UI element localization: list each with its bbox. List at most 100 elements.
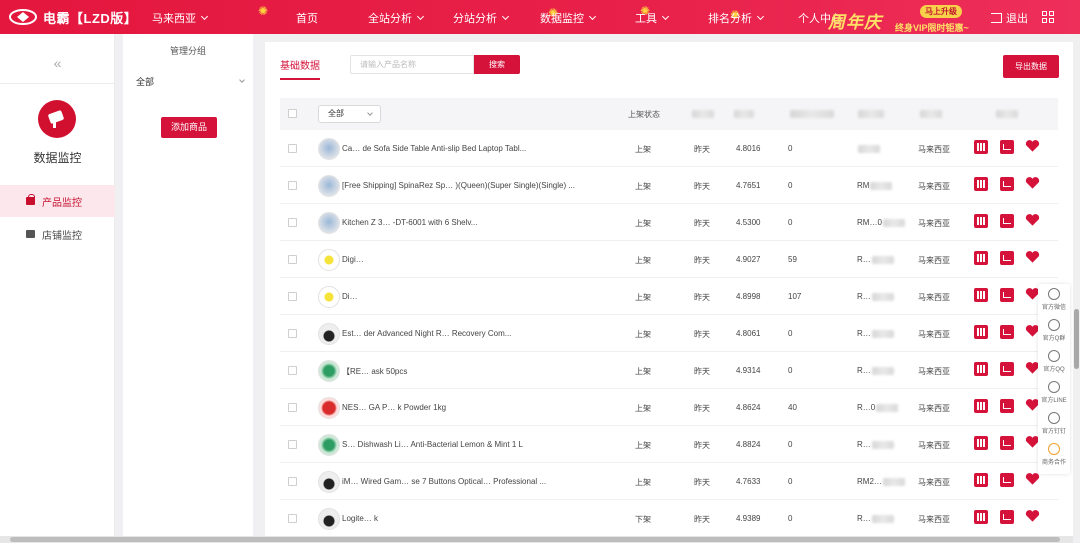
row-checkbox[interactable] xyxy=(288,366,297,375)
trend-chart-icon[interactable] xyxy=(1000,288,1014,302)
trend-chart-icon[interactable] xyxy=(1000,251,1014,265)
bar-chart-icon[interactable] xyxy=(974,140,988,154)
row-checkbox[interactable] xyxy=(288,292,297,301)
product-name[interactable]: Ca… de Sofa Side Table Anti-slip Bed Lap… xyxy=(342,144,607,153)
logout-button[interactable]: 退出 xyxy=(991,10,1028,26)
nav-site-analysis[interactable]: 全站分析 xyxy=(368,10,425,26)
product-name[interactable]: NES… GA P… k Powder 1kg xyxy=(342,403,607,412)
product-thumbnail[interactable] xyxy=(318,508,340,530)
tab-basic-data[interactable]: 基础数据 xyxy=(280,57,320,80)
trend-chart-icon[interactable] xyxy=(1000,362,1014,376)
group-management-panel: 管理分组 全部 添加商品 xyxy=(123,34,253,543)
product-thumbnail[interactable] xyxy=(318,397,340,419)
product-name[interactable]: iM… Wired Gam… se 7 Buttons Optical… Pro… xyxy=(342,477,607,486)
bar-chart-icon[interactable] xyxy=(974,325,988,339)
search-button[interactable]: 搜索 xyxy=(474,55,520,74)
promo-upgrade-badge[interactable]: 马上升级 xyxy=(920,5,962,18)
nav-ranking-analysis[interactable]: 排名分析 xyxy=(708,10,765,26)
collapse-sidebar-icon[interactable]: « xyxy=(0,42,115,84)
product-thumbnail[interactable] xyxy=(318,138,340,160)
row-checkbox[interactable] xyxy=(288,329,297,338)
product-name[interactable]: Kitchen Z 3… -DT-6001 with 6 Shelv... xyxy=(342,218,607,227)
sidebar-item-product-monitor[interactable]: 产品监控 xyxy=(0,185,115,217)
float-item-dingtalk[interactable]: 官方钉钉 xyxy=(1038,408,1070,439)
trend-chart-icon[interactable] xyxy=(1000,436,1014,450)
product-name[interactable]: Logite… k xyxy=(342,514,607,523)
add-product-button[interactable]: 添加商品 xyxy=(161,117,217,138)
product-thumbnail[interactable] xyxy=(318,175,340,197)
product-thumbnail[interactable] xyxy=(318,323,340,345)
status-filter-select[interactable]: 全部 xyxy=(318,105,381,123)
price-value: R…0 xyxy=(857,403,899,412)
nav-tools[interactable]: 工具 xyxy=(635,10,670,26)
favorite-heart-icon[interactable] xyxy=(1025,213,1040,227)
bar-chart-icon[interactable] xyxy=(974,473,988,487)
nav-substation-analysis[interactable]: 分站分析 xyxy=(453,10,510,26)
product-name[interactable]: Di… xyxy=(342,292,607,301)
trend-chart-icon[interactable] xyxy=(1000,399,1014,413)
export-data-button[interactable]: 导出数据 xyxy=(1003,55,1059,78)
favorite-heart-icon[interactable] xyxy=(1025,250,1040,264)
product-thumbnail[interactable] xyxy=(318,212,340,234)
product-name[interactable]: S… Dishwash Li… Anti-Bacterial Lemon & M… xyxy=(342,440,607,449)
row-checkbox[interactable] xyxy=(288,218,297,227)
bar-chart-icon[interactable] xyxy=(974,436,988,450)
bar-chart-icon[interactable] xyxy=(974,399,988,413)
bar-chart-icon[interactable] xyxy=(974,288,988,302)
nav-country-select[interactable]: 马来西亚 xyxy=(152,10,209,26)
rating-value: 4.8624 xyxy=(736,403,761,412)
favorite-heart-icon[interactable] xyxy=(1025,139,1040,153)
bar-chart-icon[interactable] xyxy=(974,251,988,265)
trend-chart-icon[interactable] xyxy=(1000,510,1014,524)
product-name[interactable]: 【RE… ask 50pcs xyxy=(342,366,607,377)
group-select[interactable]: 全部 xyxy=(136,75,245,88)
favorite-heart-icon[interactable] xyxy=(1025,176,1040,190)
anniversary-promo-banner[interactable]: 周年庆 马上升级 终身VIP限时钜惠~ xyxy=(800,3,985,33)
trend-chart-icon[interactable] xyxy=(1000,177,1014,191)
trend-chart-icon[interactable] xyxy=(1000,473,1014,487)
product-thumbnail[interactable] xyxy=(318,471,340,493)
app-logo[interactable]: 电霸【LZD版】 xyxy=(8,7,137,27)
update-date: 昨天 xyxy=(694,478,710,487)
bar-chart-icon[interactable] xyxy=(974,214,988,228)
product-name[interactable]: [Free Shipping] SpinaRez Sp… )(Queen)(Su… xyxy=(342,181,607,190)
promo-subtitle: 终身VIP限时钜惠~ xyxy=(895,23,969,33)
row-checkbox[interactable] xyxy=(288,477,297,486)
product-thumbnail[interactable] xyxy=(318,434,340,456)
product-name[interactable]: Digi… xyxy=(342,255,607,264)
product-name[interactable]: Est… der Advanced Night R… Recovery Com.… xyxy=(342,329,607,338)
nav-home[interactable]: 首页 xyxy=(296,10,318,26)
nav-data-monitor[interactable]: 数据监控 xyxy=(540,10,597,26)
row-checkbox[interactable] xyxy=(288,403,297,412)
product-thumbnail[interactable] xyxy=(318,249,340,271)
favorite-heart-icon[interactable] xyxy=(1025,509,1040,523)
bar-chart-icon[interactable] xyxy=(974,362,988,376)
product-thumbnail[interactable] xyxy=(318,286,340,308)
bar-chart-icon[interactable] xyxy=(974,510,988,524)
scrollbar-thumb[interactable] xyxy=(10,537,1060,542)
row-checkbox[interactable] xyxy=(288,181,297,190)
product-thumbnail[interactable] xyxy=(318,360,340,382)
float-item-handshake[interactable]: 商务合作 xyxy=(1038,439,1070,470)
float-item-wechat[interactable]: 官方微信 xyxy=(1038,284,1070,315)
float-item-qq[interactable]: 官方QQ xyxy=(1038,346,1070,377)
sidebar-item-store-monitor[interactable]: 店铺监控 xyxy=(0,218,115,250)
trend-chart-icon[interactable] xyxy=(1000,325,1014,339)
float-item-line[interactable]: 官方LINE xyxy=(1038,377,1070,408)
bar-chart-icon[interactable] xyxy=(974,177,988,191)
listing-status: 上架 xyxy=(635,441,651,450)
vertical-scrollbar[interactable] xyxy=(1073,34,1080,536)
favorite-heart-icon[interactable] xyxy=(1025,472,1040,486)
trend-chart-icon[interactable] xyxy=(1000,214,1014,228)
row-checkbox[interactable] xyxy=(288,514,297,523)
row-checkbox[interactable] xyxy=(288,255,297,264)
float-item-qq-group[interactable]: 官方Q群 xyxy=(1038,315,1070,346)
product-search-input[interactable] xyxy=(350,55,474,74)
qr-code-icon[interactable] xyxy=(1042,11,1054,23)
horizontal-scrollbar[interactable] xyxy=(0,536,1073,543)
select-all-checkbox[interactable] xyxy=(288,109,297,118)
row-checkbox[interactable] xyxy=(288,144,297,153)
trend-chart-icon[interactable] xyxy=(1000,140,1014,154)
row-checkbox[interactable] xyxy=(288,440,297,449)
scrollbar-thumb[interactable] xyxy=(1074,309,1079,369)
